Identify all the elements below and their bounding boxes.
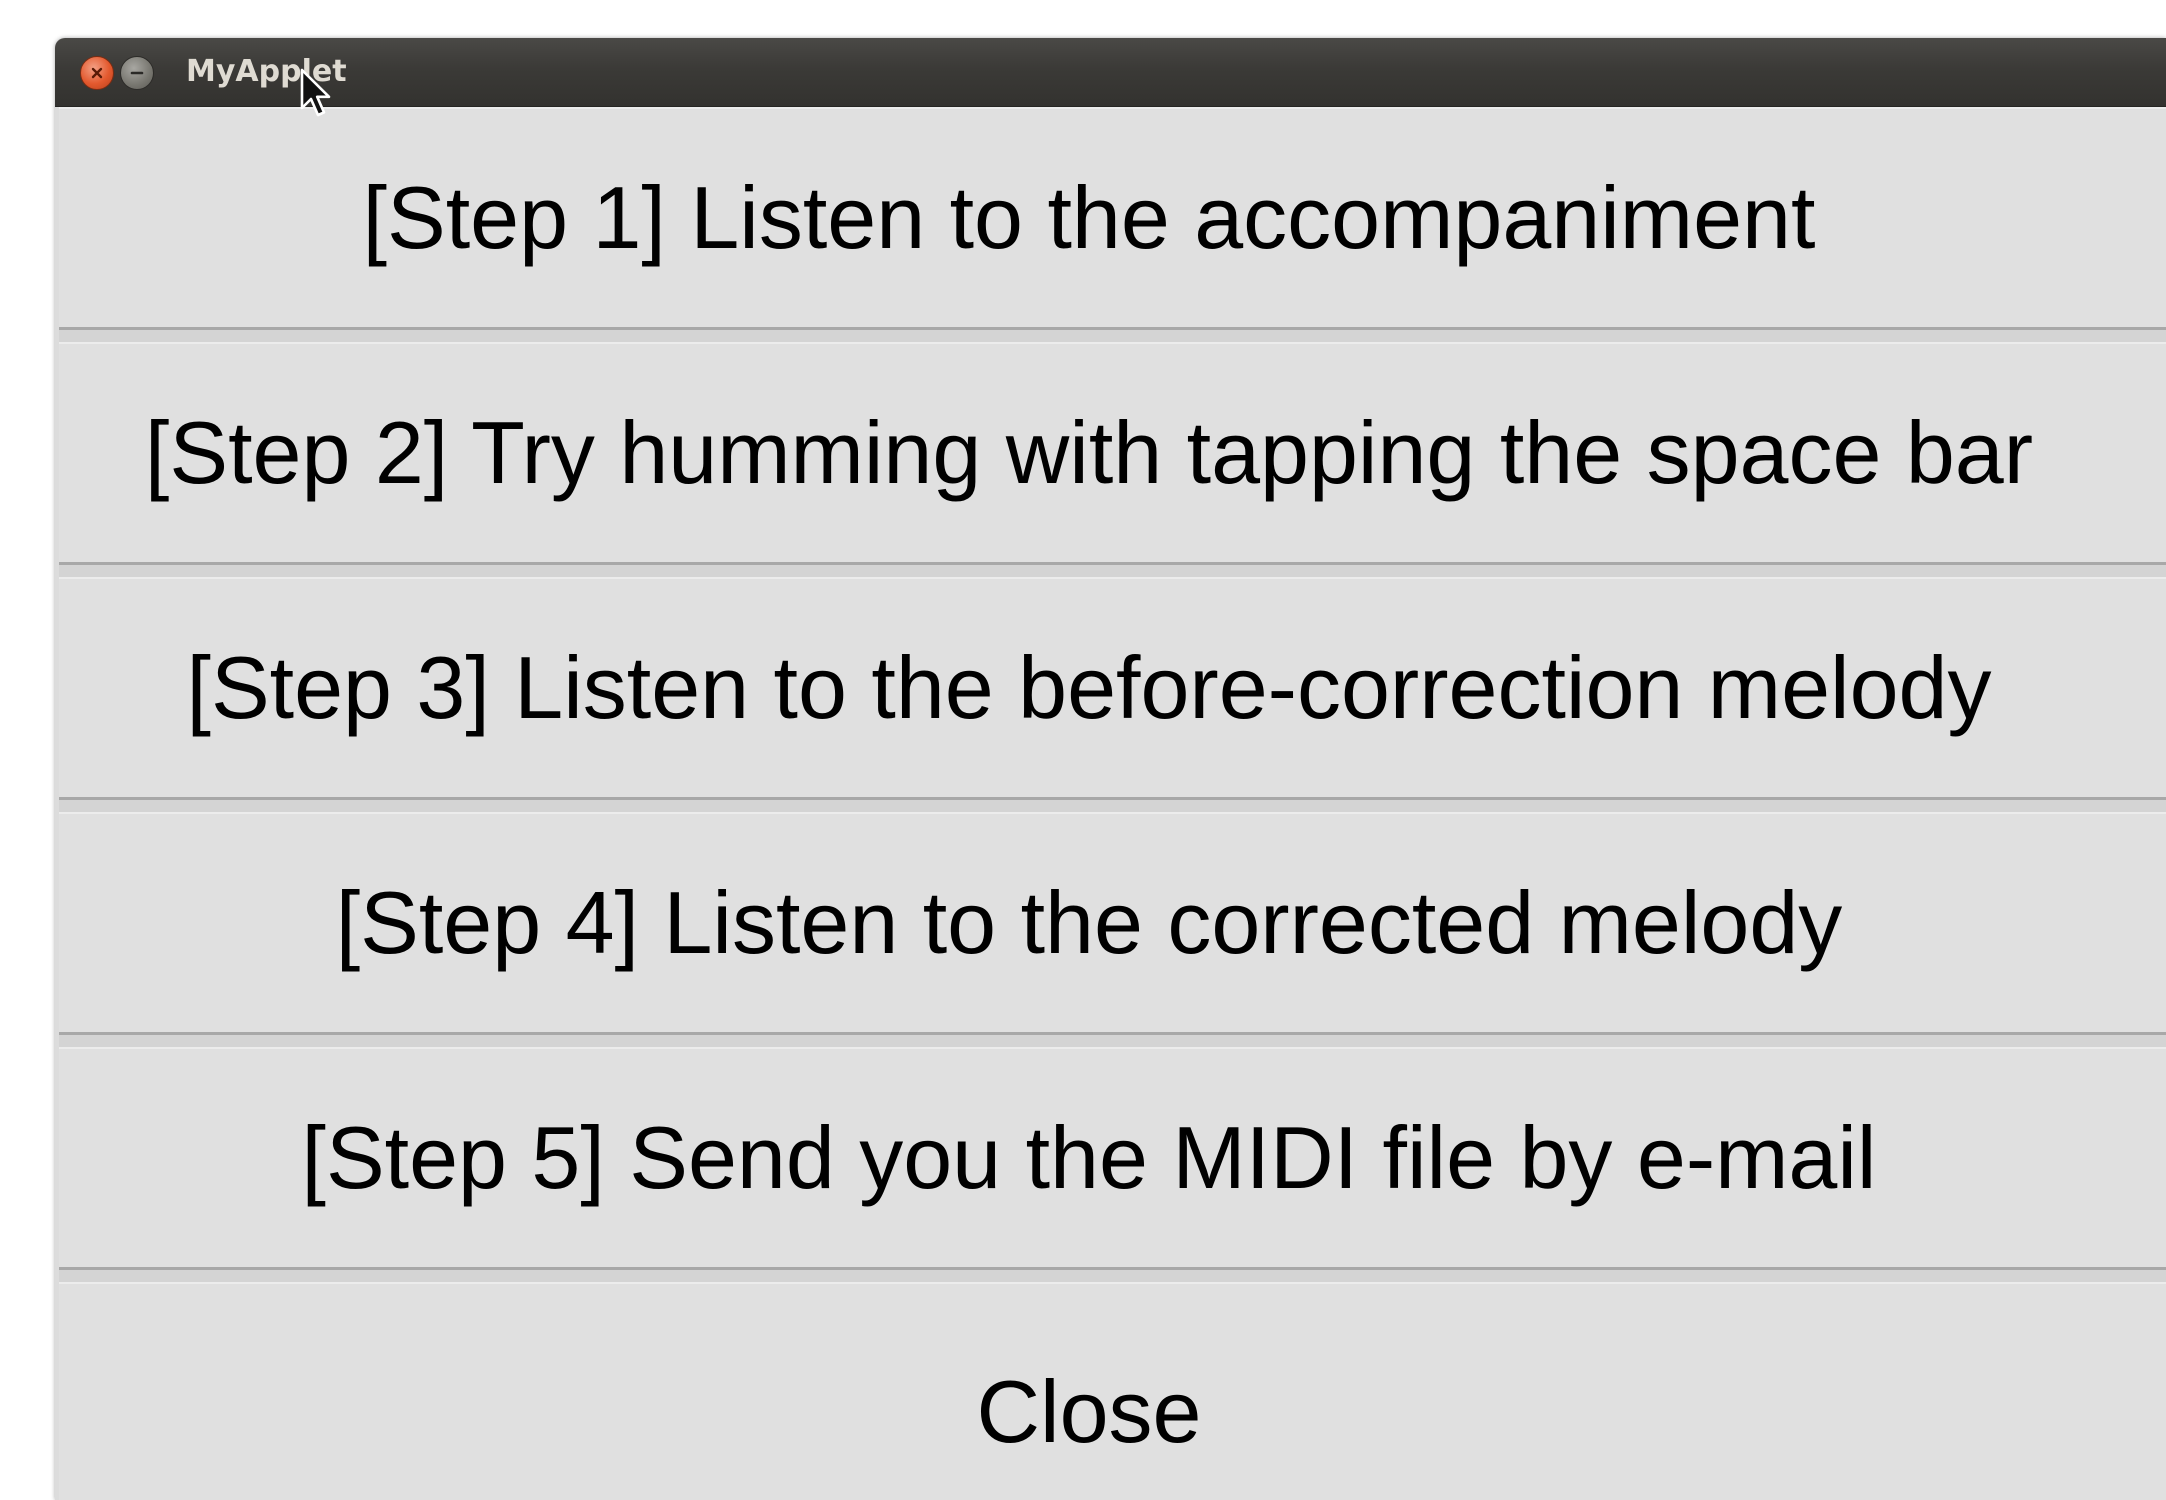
close-window-button[interactable] [80,56,114,90]
step-2-label: [Step 2] Try humming with tapping the sp… [144,403,2034,502]
close-icon [91,67,103,79]
step-4-button[interactable]: [Step 4] Listen to the corrected melody [59,812,2166,1035]
minimize-icon [130,71,144,75]
applet-window: MyApplet [Step 1] Listen to the accompan… [55,38,2166,1500]
step-5-button[interactable]: [Step 5] Send you the MIDI file by e-mai… [59,1047,2166,1270]
step-3-button[interactable]: [Step 3] Listen to the before-correction… [59,577,2166,800]
button-panel: [Step 1] Listen to the accompaniment [St… [59,107,2166,1500]
step-4-label: [Step 4] Listen to the corrected melody [335,873,1843,972]
step-5-label: [Step 5] Send you the MIDI file by e-mai… [301,1108,1877,1207]
step-2-button[interactable]: [Step 2] Try humming with tapping the sp… [59,342,2166,565]
mouse-cursor-icon [300,68,331,117]
minimize-window-button[interactable] [120,56,154,90]
step-1-label: [Step 1] Listen to the accompaniment [362,168,1816,267]
title-bar[interactable]: MyApplet [55,38,2166,107]
close-label: Close [976,1361,1202,1461]
step-3-label: [Step 3] Listen to the before-correction… [186,638,1992,737]
step-1-button[interactable]: [Step 1] Listen to the accompaniment [59,107,2166,330]
close-button[interactable]: Close [59,1282,2166,1500]
